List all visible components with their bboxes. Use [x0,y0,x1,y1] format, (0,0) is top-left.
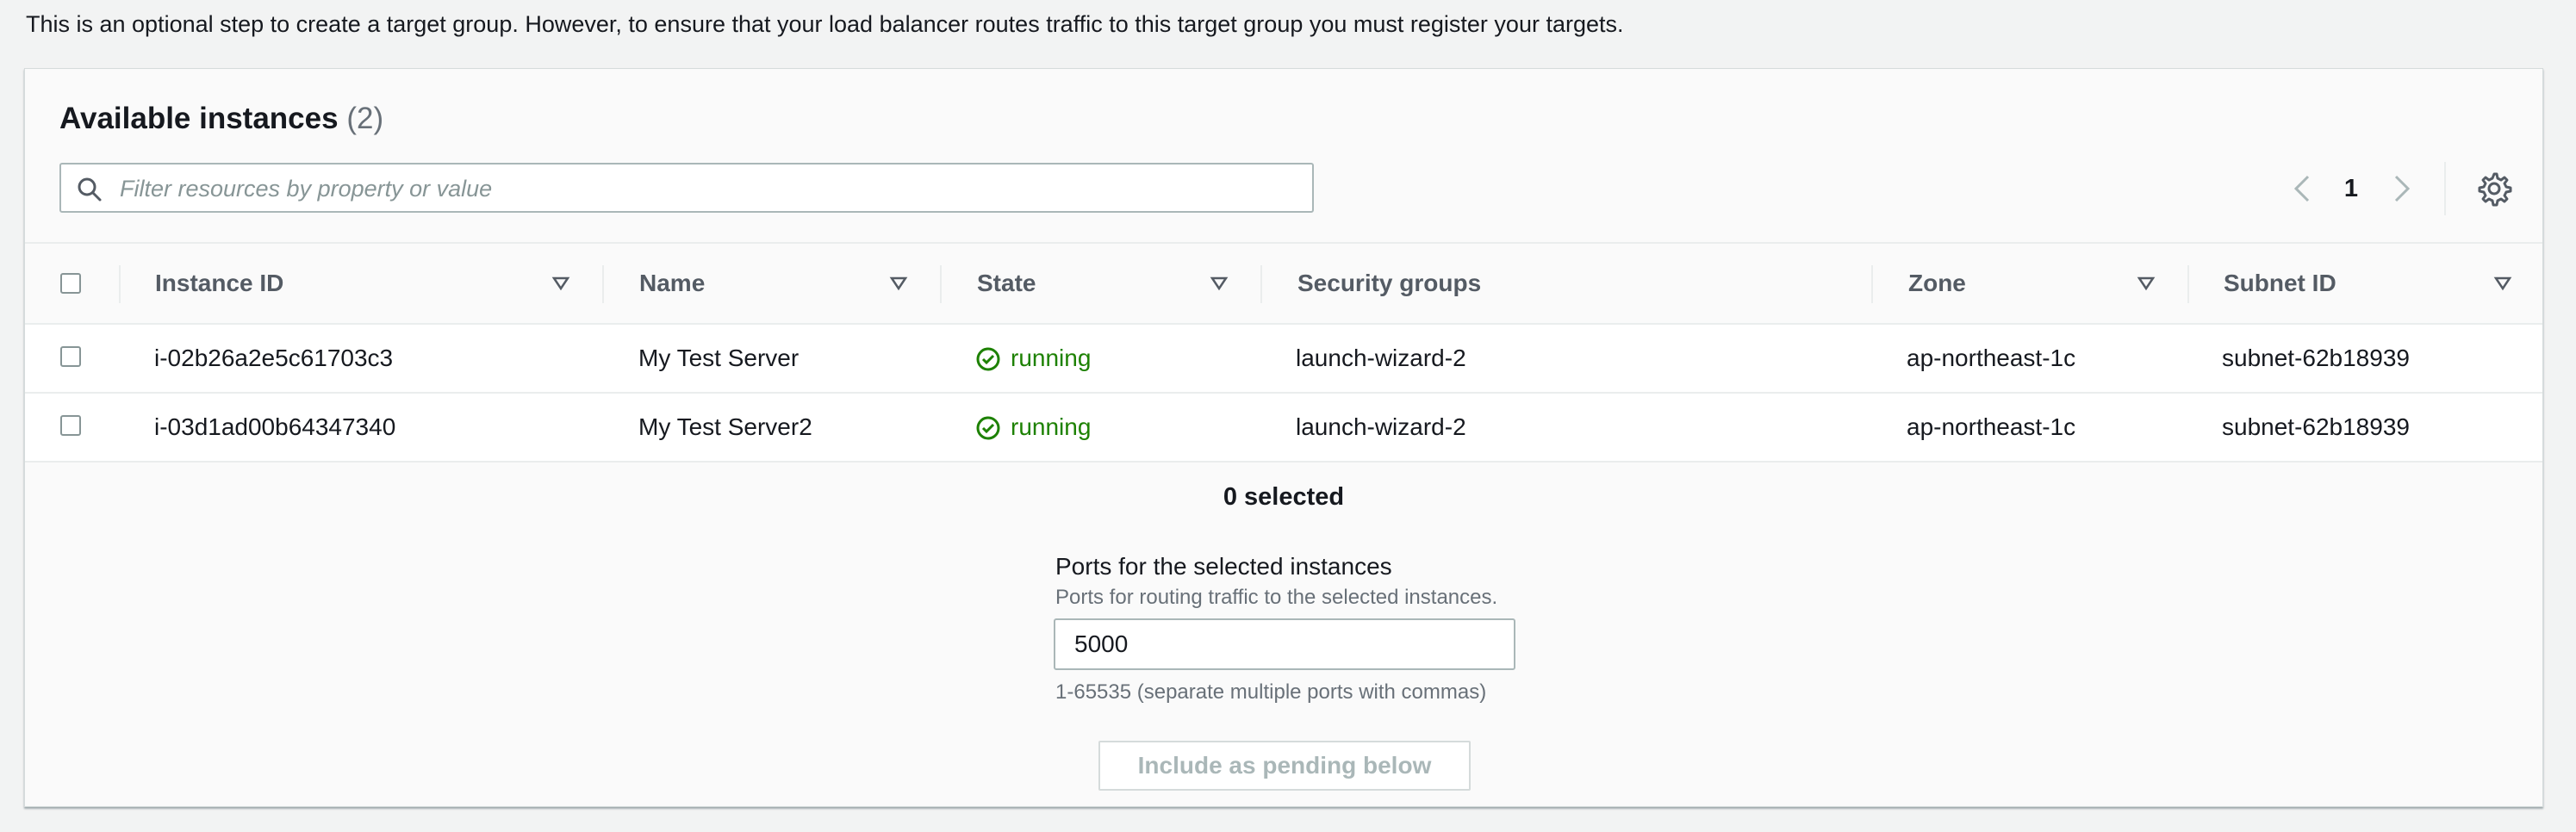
state-cell: running [1011,413,1092,440]
sort-icon[interactable] [551,273,571,294]
column-divider [1260,265,1262,303]
selected-count: 0 selected [1223,483,1345,511]
zone-cell: ap-northeast-1c [1907,345,2076,371]
ports-input[interactable] [1054,618,1515,670]
security-groups-cell: launch-wizard-2 [1296,413,1466,440]
column-header-security-groups[interactable]: Security groups [1297,244,1481,323]
column-header-instance-id[interactable]: Instance ID [155,244,283,323]
ports-description: Ports for routing traffic to the selecte… [1055,586,1498,609]
column-divider [119,265,121,303]
check-circle-icon [976,347,1000,371]
include-as-pending-button[interactable]: Include as pending below [1098,741,1471,791]
row-checkbox[interactable] [60,415,81,436]
search-icon [78,177,102,202]
column-divider [1871,265,1873,303]
instance-count: (2) [346,102,384,135]
panel-title: Available instances (2) [59,100,383,138]
chevron-right-icon[interactable] [2387,166,2417,211]
column-header-subnet-id[interactable]: Subnet ID [2224,244,2336,323]
check-circle-icon [976,416,1000,440]
sort-icon[interactable] [1209,273,1229,294]
sort-icon[interactable] [2136,273,2156,294]
gear-icon[interactable] [2475,169,2513,207]
subnet-id-cell: subnet-62b18939 [2222,345,2410,371]
sort-icon[interactable] [888,273,909,294]
zone-cell: ap-northeast-1c [1907,413,2076,440]
select-all-checkbox[interactable] [60,273,81,294]
column-header-state[interactable]: State [977,244,1036,323]
column-divider [940,265,942,303]
state-cell: running [1011,345,1092,371]
column-divider [2187,265,2189,303]
pagination-divider [2444,162,2446,215]
name-cell: My Test Server [638,345,800,371]
chevron-left-icon[interactable] [2287,166,2317,211]
column-divider [602,265,604,303]
ports-hint: 1-65535 (separate multiple ports with co… [1055,680,1487,704]
instance-id-cell: i-02b26a2e5c61703c3 [154,345,394,371]
instance-id-cell: i-03d1ad00b64347340 [154,413,396,440]
table-row[interactable]: i-02b26a2e5c61703c3 My Test Server runni… [25,325,2542,394]
panel-title-text: Available instances [59,102,339,135]
filter-input[interactable] [118,165,1302,213]
table-header: Instance ID Name State Security groups Z… [25,242,2542,325]
intro-text: This is an optional step to create a tar… [26,11,1624,37]
filter-box[interactable] [59,163,1314,213]
subnet-id-cell: subnet-62b18939 [2222,413,2410,440]
available-instances-panel: Available instances (2) 1 Instance ID Na… [24,68,2543,807]
ports-label: Ports for the selected instances [1055,553,1392,580]
name-cell: My Test Server2 [638,413,812,440]
security-groups-cell: launch-wizard-2 [1296,345,1466,371]
row-checkbox[interactable] [60,346,81,367]
column-header-zone[interactable]: Zone [1908,244,1966,323]
page-number[interactable]: 1 [2334,166,2368,211]
column-header-name[interactable]: Name [639,244,705,323]
sort-icon[interactable] [2492,273,2513,294]
table-row[interactable]: i-03d1ad00b64347340 My Test Server2 runn… [25,394,2542,463]
